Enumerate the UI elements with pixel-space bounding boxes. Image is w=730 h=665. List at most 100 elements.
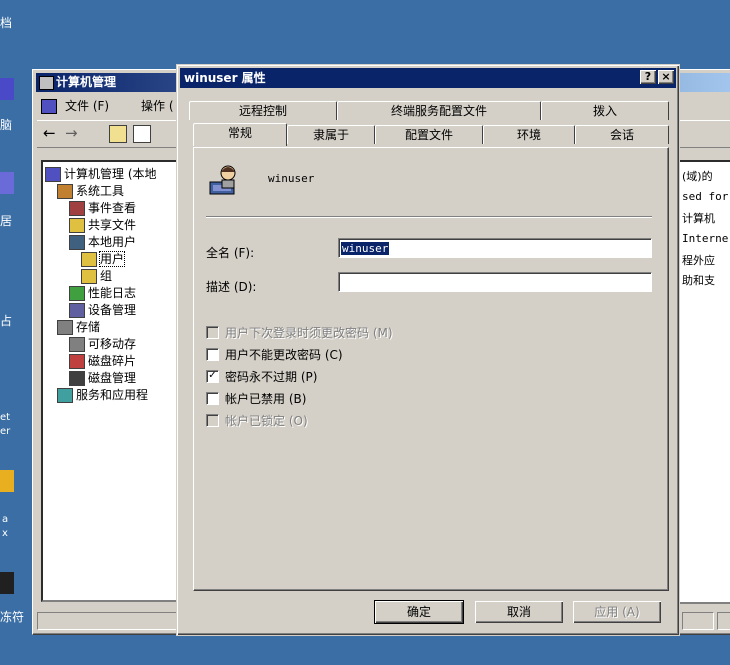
desktop-label-recycle: 占 [0, 314, 13, 328]
tree-item-label: 存储 [76, 320, 101, 334]
console-icon [41, 99, 57, 114]
desktop-label-network: 居 [0, 214, 13, 228]
menu-file[interactable]: 文件 (F) [65, 96, 109, 116]
username-label: winuser [268, 172, 315, 185]
media-icon[interactable] [0, 470, 14, 492]
cancel-button[interactable]: 取消 [475, 601, 563, 623]
tree-node-icon [69, 337, 85, 352]
dialog-titlebar[interactable]: winuser 属性 ? × [180, 68, 676, 88]
tree-item-label: 设备管理 [88, 303, 137, 317]
detail-line: (域)的 [682, 170, 713, 183]
tree-node-icon [45, 167, 61, 182]
tree-item-label: 计算机管理 (本地 [64, 167, 157, 181]
description-label: 描述 (D): [206, 280, 257, 294]
checkbox-row[interactable]: 用户不能更改密码 (C) [206, 346, 343, 364]
menu-action[interactable]: 操作 ( [141, 96, 174, 116]
tab-terminal-services-profile[interactable]: 终端服务配置文件 [337, 101, 541, 120]
tree-item[interactable]: 磁盘管理 [69, 370, 136, 386]
fullname-label: 全名 (F): [206, 246, 255, 260]
tree-item[interactable]: 设备管理 [69, 302, 136, 318]
tab-dial-in[interactable]: 拨入 [541, 101, 669, 120]
tab-remote-control[interactable]: 远程控制 [189, 101, 337, 120]
tree-node-icon [57, 184, 73, 199]
detail-line: sed for [682, 190, 729, 203]
tab-general[interactable]: 常规 [193, 123, 287, 146]
detail-line: Interne [682, 232, 729, 245]
tree-item[interactable]: 本地用户 [69, 234, 136, 250]
tree-item[interactable]: 用户 [81, 251, 126, 267]
tree-item[interactable]: 事件查看 [69, 200, 136, 216]
checkbox [206, 414, 219, 427]
tab-profile[interactable]: 配置文件 [375, 125, 483, 144]
tree-item[interactable]: 系统工具 [57, 183, 124, 199]
back-arrow-icon[interactable]: ← [43, 124, 56, 142]
tree-item-label: 性能日志 [88, 286, 137, 300]
tree-node-icon [57, 320, 73, 335]
tree-item[interactable]: 可移动存 [69, 336, 136, 352]
tree-item[interactable]: 服务和应用程 [57, 387, 148, 403]
desktop-label-docs: 档 [0, 16, 13, 30]
desktop-label-ie-2: er [0, 426, 11, 437]
tree-item[interactable]: 共享文件 [69, 217, 136, 233]
checkbox-label: 帐户已禁用 (B) [225, 392, 307, 406]
mgmt-window-icon [39, 76, 54, 90]
help-button[interactable]: ? [640, 70, 656, 84]
checkbox [206, 326, 219, 339]
detail-line: 助和支 [682, 274, 715, 287]
fullname-value: winuser [341, 242, 390, 255]
cmd-icon[interactable] [0, 572, 14, 594]
computer-icon[interactable] [0, 78, 14, 100]
desktop-label-media-1: a [2, 514, 9, 525]
description-input[interactable] [338, 272, 652, 292]
mgmt-title: 计算机管理 [56, 75, 117, 89]
dialog-title: winuser 属性 [184, 71, 266, 85]
checkbox[interactable] [206, 348, 219, 361]
tree-item-label: 组 [100, 269, 113, 283]
tree-item-label: 磁盘管理 [88, 371, 137, 385]
tree-item-label: 可移动存 [88, 337, 137, 351]
close-button[interactable]: × [658, 70, 674, 84]
checkbox-label: 密码永不过期 (P) [225, 370, 318, 384]
tree-node-icon [69, 201, 85, 216]
tree-item-label: 本地用户 [88, 235, 137, 249]
apply-button[interactable]: 应用 (A) [573, 601, 661, 623]
network-icon[interactable] [0, 172, 14, 194]
tree-node-icon [69, 371, 85, 386]
detail-line: 计算机 [682, 212, 715, 225]
forward-arrow-icon[interactable]: → [65, 124, 78, 142]
tree-item[interactable]: 存储 [57, 319, 100, 335]
user-icon [208, 164, 242, 196]
tab-member-of[interactable]: 隶属于 [287, 125, 375, 144]
fullname-input[interactable]: winuser [338, 238, 652, 258]
desktop-label-computer: 脑 [0, 118, 13, 132]
tree-node-icon [81, 252, 97, 267]
tree-node-icon [69, 303, 85, 318]
tree-item[interactable]: 组 [81, 268, 112, 284]
tab-environment[interactable]: 环境 [483, 125, 575, 144]
tree-item[interactable]: 磁盘碎片 [69, 353, 136, 369]
tree-item-label: 用户 [98, 251, 126, 267]
tree-item-label: 磁盘碎片 [88, 354, 137, 368]
tree-item[interactable]: 性能日志 [69, 285, 136, 301]
header-separator [206, 216, 652, 218]
checkbox-checked[interactable]: ✓ [206, 370, 219, 383]
up-folder-icon[interactable] [109, 125, 127, 143]
checkbox-row[interactable]: 帐户已禁用 (B) [206, 390, 306, 408]
checkbox-row[interactable]: ✓ 密码永不过期 (P) [206, 368, 317, 386]
tree-node-icon [69, 235, 85, 250]
tree-node-icon [69, 354, 85, 369]
show-tree-icon[interactable] [133, 125, 151, 143]
checkbox[interactable] [206, 392, 219, 405]
tree-item-label: 系统工具 [76, 184, 125, 198]
tree-item-label: 共享文件 [88, 218, 137, 232]
status-cell-1 [37, 612, 179, 630]
tree-node-icon [69, 286, 85, 301]
tree-item-label: 服务和应用程 [76, 388, 149, 402]
tab-sessions[interactable]: 会话 [575, 125, 669, 144]
tree-item[interactable]: 计算机管理 (本地 [45, 166, 157, 182]
ok-button[interactable]: 确定 [374, 600, 464, 624]
user-properties-dialog[interactable]: winuser 属性 ? × 远程控制 终端服务配置文件 拨入 常规 隶属于 配… [176, 64, 680, 636]
tree-node-icon [69, 218, 85, 233]
general-tab-panel: winuser 全名 (F): winuser 描述 (D): 用户下次登录时须… [193, 147, 669, 591]
checkbox-row: 用户下次登录时须更改密码 (M) [206, 324, 393, 342]
